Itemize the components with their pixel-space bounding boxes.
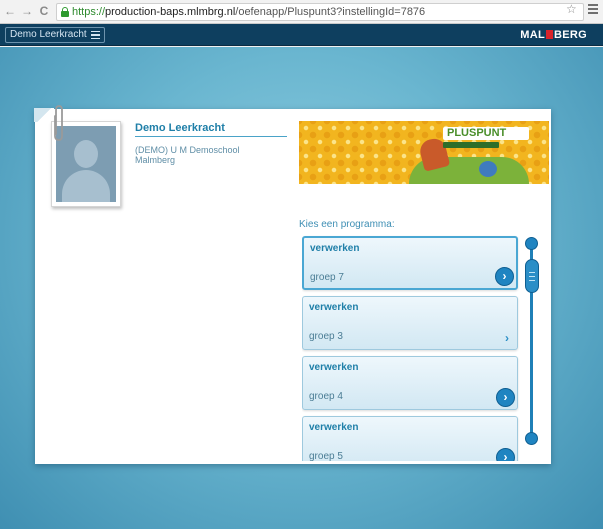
- star-icon[interactable]: ☆: [566, 2, 577, 16]
- teacher-card: Demo Leerkracht (DEMO) U M Demoschool Ma…: [34, 108, 551, 464]
- pluspunt-logo: PLUSPUNT: [443, 127, 529, 151]
- chevron-right-icon[interactable]: ›: [496, 388, 515, 407]
- chevron-right-icon[interactable]: ›: [501, 331, 513, 345]
- program-item[interactable]: verwerken groep 4 ›: [302, 356, 518, 410]
- program-group: groep 3: [309, 331, 343, 342]
- user-menu-label: Demo Leerkracht: [10, 29, 87, 40]
- scroll-thumb[interactable]: [525, 259, 539, 293]
- brand-logo: MAL BERG: [520, 29, 587, 41]
- back-icon[interactable]: ←: [3, 4, 17, 18]
- program-title: verwerken: [309, 302, 359, 313]
- program-title: verwerken: [310, 243, 360, 254]
- reload-icon[interactable]: C: [37, 4, 51, 18]
- paperclip-icon: [54, 105, 63, 141]
- user-menu-button[interactable]: Demo Leerkracht: [5, 27, 105, 43]
- program-title: verwerken: [309, 422, 359, 433]
- program-group: groep 4: [309, 391, 343, 402]
- program-item[interactable]: verwerken groep 5 ›: [302, 416, 518, 461]
- name-divider: [135, 136, 287, 137]
- teacher-name: Demo Leerkracht: [135, 122, 225, 134]
- scroll-up-icon[interactable]: [525, 237, 538, 250]
- program-group: groep 7: [310, 272, 344, 283]
- app-header: Demo Leerkracht MAL BERG: [0, 24, 603, 46]
- program-item[interactable]: verwerken groep 7 ›: [302, 236, 518, 290]
- lock-icon: [61, 7, 69, 17]
- hamburger-icon[interactable]: [588, 4, 598, 16]
- program-title: verwerken: [309, 362, 359, 373]
- scroll-down-icon[interactable]: [525, 432, 538, 445]
- url-text: https://production-baps.mlmbrg.nl/oefena…: [72, 6, 426, 18]
- page-fold: [34, 108, 54, 122]
- address-bar[interactable]: https://production-baps.mlmbrg.nl/oefena…: [56, 3, 584, 21]
- browser-toolbar: ← → C https://production-baps.mlmbrg.nl/…: [0, 0, 603, 24]
- program-item[interactable]: verwerken groep 3 ›: [302, 296, 518, 350]
- school-sub: Malmberg: [135, 155, 176, 165]
- pluspunt-banner: PLUSPUNT: [299, 121, 549, 184]
- chevron-right-icon[interactable]: ›: [495, 267, 514, 286]
- brand-mark-icon: [546, 30, 554, 39]
- program-list: verwerken groep 7 › verwerken groep 3 › …: [302, 234, 522, 461]
- programs-label: Kies een programma:: [299, 219, 395, 230]
- main-stage: Demo Leerkracht (DEMO) U M Demoschool Ma…: [0, 47, 603, 529]
- program-scrollbar[interactable]: [525, 237, 539, 445]
- menu-icon: [90, 31, 100, 39]
- chevron-right-icon[interactable]: ›: [496, 448, 515, 461]
- program-group: groep 5: [309, 451, 343, 461]
- school-name: (DEMO) U M Demoschool: [135, 145, 240, 155]
- forward-icon[interactable]: →: [20, 4, 34, 18]
